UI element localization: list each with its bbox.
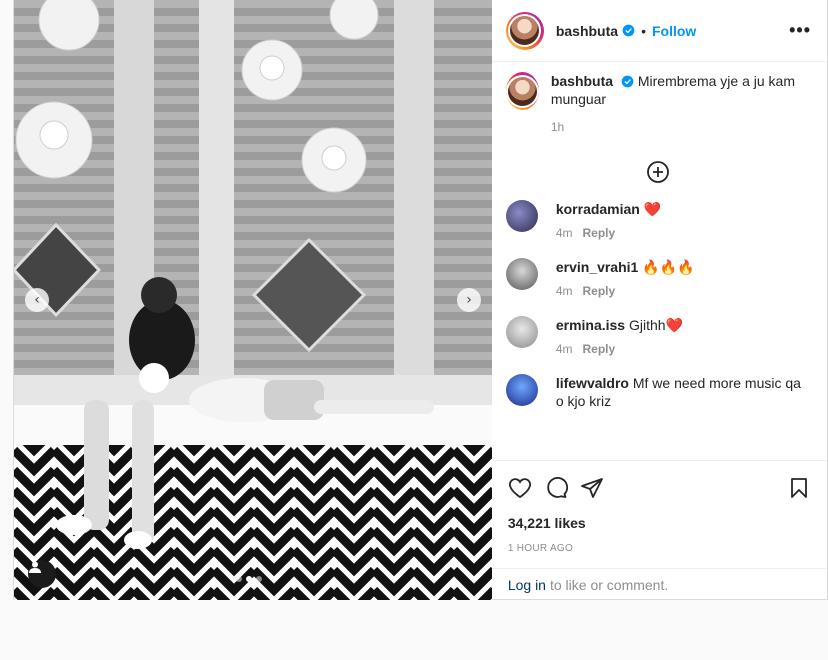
comment-username[interactable]: korradamian	[556, 201, 640, 217]
post-time: 1 HOUR AGO	[507, 543, 574, 554]
comment-text: Gjithh❤️	[628, 317, 683, 333]
comment-item: ervin_vrahi1 🔥🔥🔥 4m Reply	[505, 258, 811, 300]
user-tag-icon[interactable]	[28, 560, 56, 588]
avatar[interactable]	[505, 200, 538, 232]
comment-text: ❤️	[643, 201, 662, 217]
carousel-dot	[236, 576, 242, 582]
avatar[interactable]	[505, 72, 539, 110]
comments-panel[interactable]: bashbuta Mirembrema yje a ju kam munguar…	[491, 62, 827, 461]
reply-button[interactable]: Reply	[583, 284, 616, 298]
post-sidebar: bashbuta • Follow ••• bashbuta Mirembrem…	[491, 0, 827, 600]
comment-item: ermina.iss Gjithh❤️ 4m Reply	[505, 316, 811, 358]
separator: •	[641, 22, 646, 39]
follow-button[interactable]: Follow	[652, 23, 696, 39]
comment-time: 4m	[555, 226, 573, 240]
chevron-right-icon[interactable]: ›	[457, 288, 481, 312]
login-prompt: Log in to like or comment.	[491, 568, 827, 600]
header-username[interactable]: bashbuta	[556, 23, 618, 39]
heart-icon[interactable]	[508, 476, 532, 500]
comment-username[interactable]: lifewvaldro	[556, 375, 629, 391]
caption: bashbuta Mirembrema yje a ju kam munguar…	[505, 72, 811, 136]
reply-button[interactable]: Reply	[583, 342, 616, 356]
caption-time: 1h	[550, 120, 565, 134]
caption-username[interactable]: bashbuta	[551, 73, 613, 89]
comment-username[interactable]: ervin_vrahi1	[556, 259, 639, 275]
plus-circle-icon[interactable]	[646, 160, 670, 184]
comment-item: lifewvaldro Mf we need more music qa o k…	[505, 374, 811, 410]
carousel-dots	[236, 576, 262, 582]
reply-button[interactable]: Reply	[583, 226, 616, 240]
post-photo	[14, 0, 492, 600]
carousel-dot-active	[246, 576, 252, 582]
post-header: bashbuta • Follow •••	[491, 0, 827, 62]
more-options-icon[interactable]: •••	[789, 20, 811, 41]
action-bar	[492, 461, 827, 515]
comment-username[interactable]: ermina.iss	[556, 317, 625, 333]
comment-time: 4m	[555, 342, 573, 356]
verified-badge-icon	[622, 24, 635, 37]
post-media[interactable]: ‹ ›	[14, 0, 492, 600]
comment-text: 🔥🔥🔥	[642, 259, 695, 275]
chevron-left-icon[interactable]: ‹	[25, 288, 49, 312]
avatar[interactable]	[505, 258, 538, 290]
likes-count[interactable]: 34,221 likes	[492, 515, 827, 531]
comment-item: korradamian ❤️ 4m Reply	[505, 200, 811, 242]
comment-time: 4m	[555, 284, 573, 298]
paper-plane-icon[interactable]	[580, 476, 604, 500]
avatar[interactable]	[505, 374, 538, 406]
avatar[interactable]	[505, 316, 538, 348]
carousel-dot	[256, 576, 262, 582]
login-link[interactable]: Log in	[508, 577, 546, 593]
login-rest: to like or comment.	[549, 576, 669, 593]
avatar[interactable]	[505, 11, 544, 50]
bookmark-icon[interactable]	[787, 476, 811, 500]
verified-badge-icon	[621, 75, 634, 88]
post-card: ‹ › bashbuta • Follow ••• bashbuta Mirem…	[13, 0, 828, 600]
comment-icon[interactable]	[544, 476, 568, 500]
